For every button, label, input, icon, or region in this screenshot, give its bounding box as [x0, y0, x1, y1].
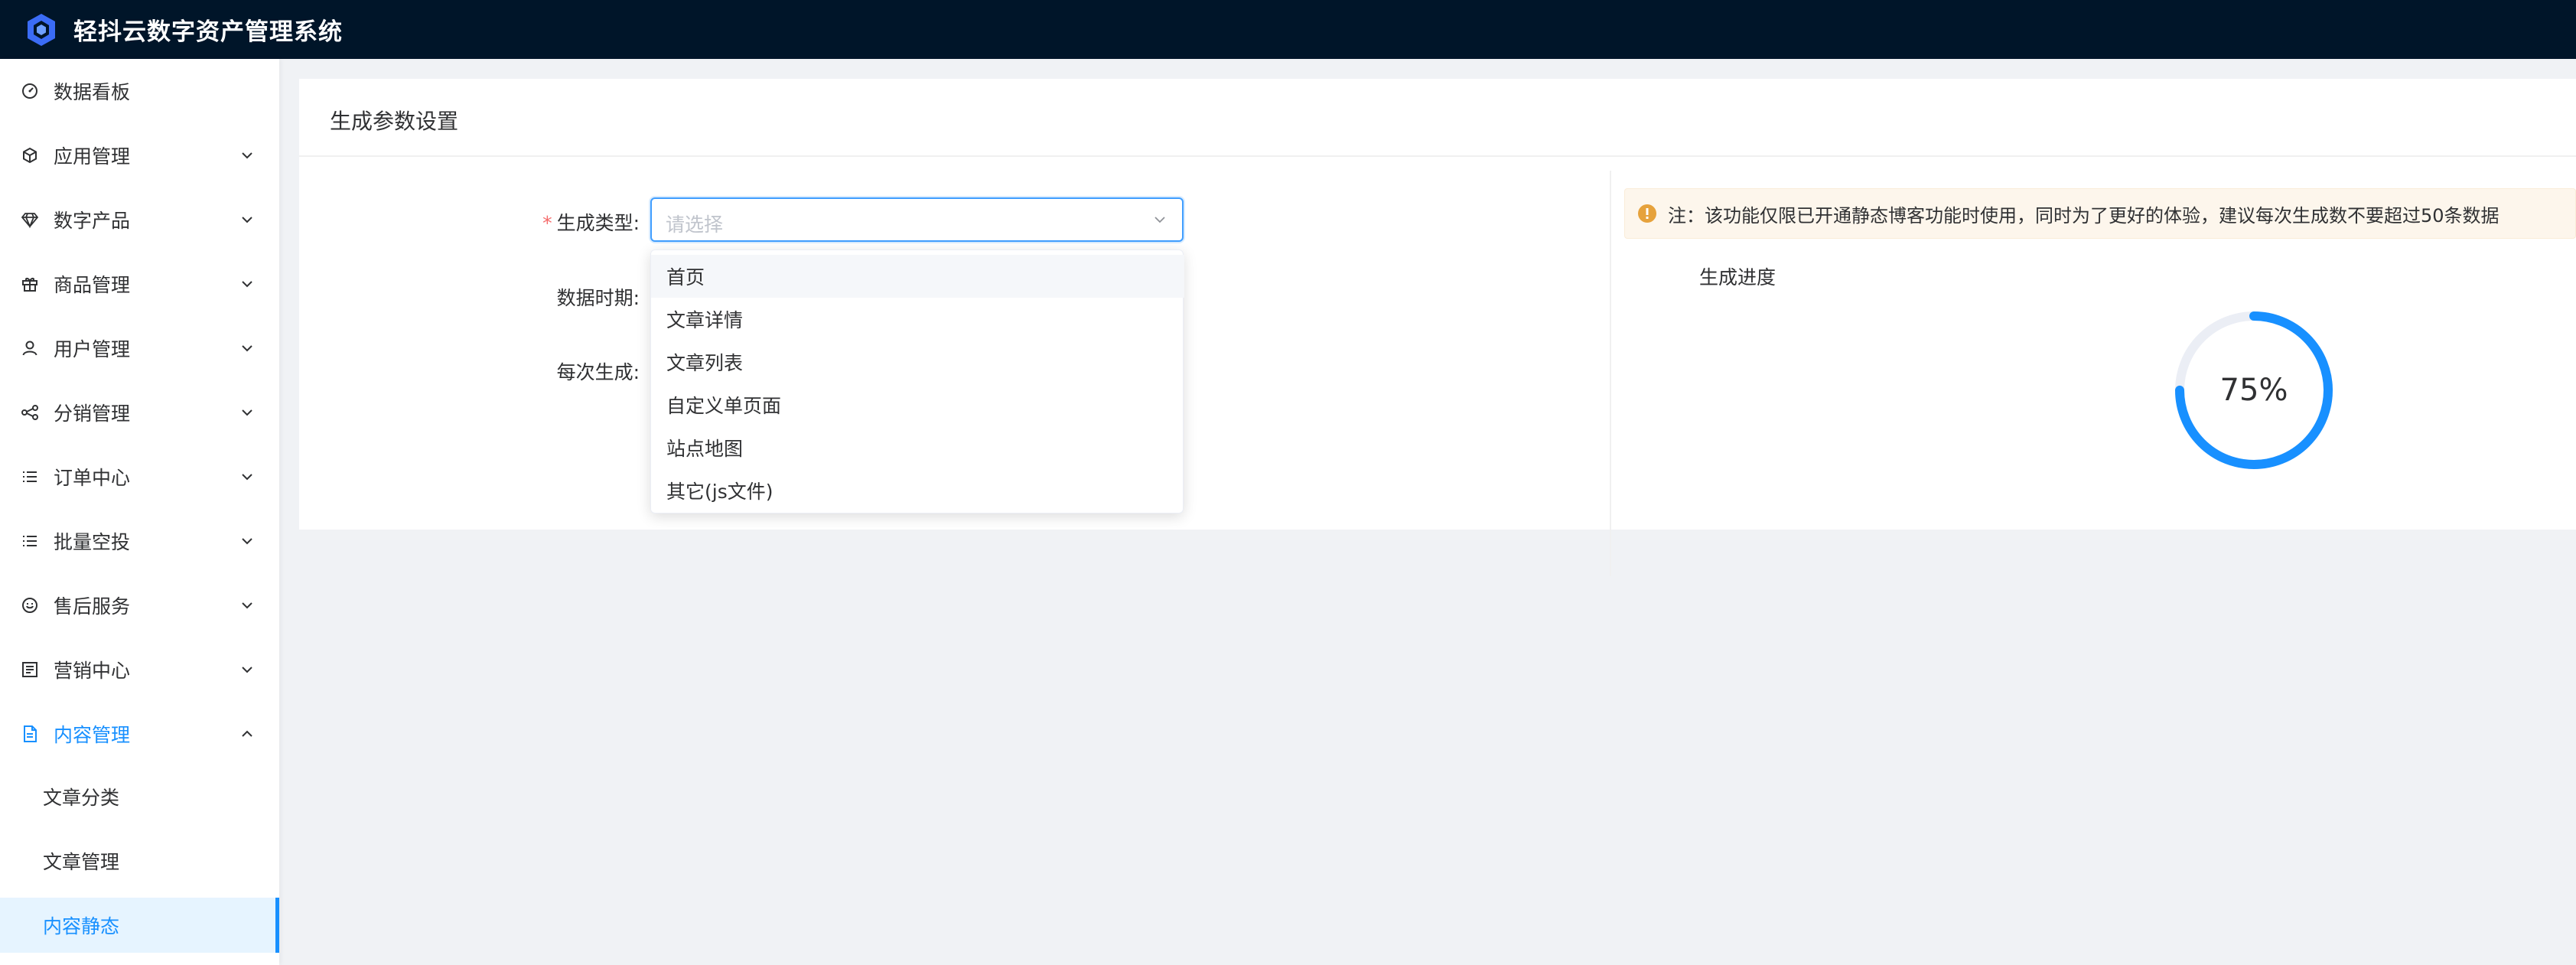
sidebar-item-label: 用户管理	[54, 338, 131, 360]
gift-icon	[20, 274, 40, 294]
list-icon	[20, 531, 40, 551]
submenu-item-label: 文章管理	[43, 851, 120, 873]
sidebar-item-apps[interactable]: 应用管理	[0, 123, 279, 187]
submenu-item-content-static[interactable]: 内容静态	[0, 898, 279, 953]
app-title: 轻抖云数字资产管理系统	[73, 18, 343, 46]
user-icon	[20, 338, 40, 358]
logo-icon	[28, 13, 55, 46]
sidebar-item-label: 应用管理	[54, 145, 131, 168]
progress-label: 生成进度	[1699, 266, 1776, 289]
dropdown-option[interactable]: 文章详情	[651, 298, 1184, 341]
chevron-down-icon	[242, 409, 252, 416]
top-header: 轻抖云数字资产管理系统	[0, 0, 2576, 59]
chevron-down-icon	[242, 474, 252, 481]
type-label-text: 生成类型:	[556, 212, 640, 234]
sidebar-item-content[interactable]: 内容管理	[0, 702, 279, 766]
card-divider	[299, 155, 2576, 157]
type-dropdown: 首页 文章详情 文章列表 自定义单页面 站点地图 其它(js文件)	[650, 249, 1184, 513]
sidebar-item-after-sales[interactable]: 售后服务	[0, 573, 279, 637]
share-icon	[20, 403, 40, 422]
per-generate-label: 每次生成:	[556, 361, 640, 383]
dropdown-option[interactable]: 其它(js文件)	[651, 469, 1184, 512]
submenu-item-article-category[interactable]: 文章分类	[0, 769, 279, 824]
smile-icon	[20, 595, 40, 615]
file-icon	[20, 724, 40, 744]
chevron-down-icon	[242, 667, 252, 673]
card-title: 生成参数设置	[330, 109, 459, 134]
cube-icon	[20, 145, 40, 165]
chevron-down-icon	[242, 345, 252, 352]
sidebar-item-digital-products[interactable]: 数字产品	[0, 187, 279, 252]
sidebar-item-marketing[interactable]: 营销中心	[0, 637, 279, 702]
type-select[interactable]: 请选择	[650, 197, 1184, 242]
dropdown-option[interactable]: 文章列表	[651, 341, 1184, 383]
sidebar-item-label: 分销管理	[54, 403, 131, 425]
sidebar-item-distribution[interactable]: 分销管理	[0, 380, 279, 445]
sidebar-item-users[interactable]: 用户管理	[0, 316, 279, 380]
sidebar: 数据看板 应用管理 数字产品 商品管理 用户管理 分销管理 订单中心 批量空投 …	[0, 59, 279, 965]
dropdown-option[interactable]: 首页	[651, 255, 1184, 298]
document-list-icon	[20, 660, 40, 680]
chevron-down-icon	[1154, 217, 1165, 223]
notice-banner: 注：该功能仅限已开通静态博客功能时使用，同时为了更好的体验，建议每次生成数不要超…	[1624, 188, 2576, 239]
chevron-down-icon	[242, 281, 252, 288]
select-placeholder: 请选择	[666, 214, 724, 236]
sidebar-item-label: 内容管理	[54, 724, 131, 746]
type-label: * 生成类型:	[487, 208, 640, 236]
chevron-down-icon	[242, 217, 252, 223]
dropdown-option[interactable]: 自定义单页面	[651, 383, 1184, 426]
progress-percent: 75%	[2219, 373, 2288, 408]
diamond-icon	[20, 210, 40, 230]
dropdown-option[interactable]: 站点地图	[651, 426, 1184, 469]
sidebar-item-airdrop[interactable]: 批量空投	[0, 509, 279, 573]
sidebar-item-label: 营销中心	[54, 660, 131, 682]
dashboard-icon	[20, 81, 40, 101]
sidebar-item-label: 商品管理	[54, 274, 131, 296]
sidebar-item-goods[interactable]: 商品管理	[0, 252, 279, 316]
submenu-item-label: 文章分类	[43, 787, 120, 809]
chevron-up-icon	[242, 730, 252, 737]
sidebar-item-dashboard[interactable]: 数据看板	[0, 59, 279, 123]
sidebar-item-orders[interactable]: 订单中心	[0, 445, 279, 509]
sidebar-item-label: 售后服务	[54, 595, 131, 618]
sidebar-item-label: 数字产品	[54, 210, 131, 232]
chevron-down-icon	[242, 602, 252, 609]
submenu-item-article-management[interactable]: 文章管理	[0, 833, 279, 888]
chevron-down-icon	[242, 538, 252, 545]
warning-icon	[1638, 204, 1656, 223]
period-label: 数据时期:	[556, 287, 640, 309]
sidebar-item-label: 数据看板	[54, 81, 131, 103]
required-mark: *	[542, 212, 552, 234]
list-icon	[20, 467, 40, 487]
submenu-item-label: 内容静态	[43, 915, 120, 937]
chevron-down-icon	[242, 152, 252, 159]
sidebar-item-label: 批量空投	[54, 531, 131, 553]
vertical-divider	[1610, 171, 1611, 576]
sidebar-item-label: 订单中心	[54, 467, 131, 489]
notice-text: 注：该功能仅限已开通静态博客功能时使用，同时为了更好的体验，建议每次生成数不要超…	[1668, 204, 2499, 227]
